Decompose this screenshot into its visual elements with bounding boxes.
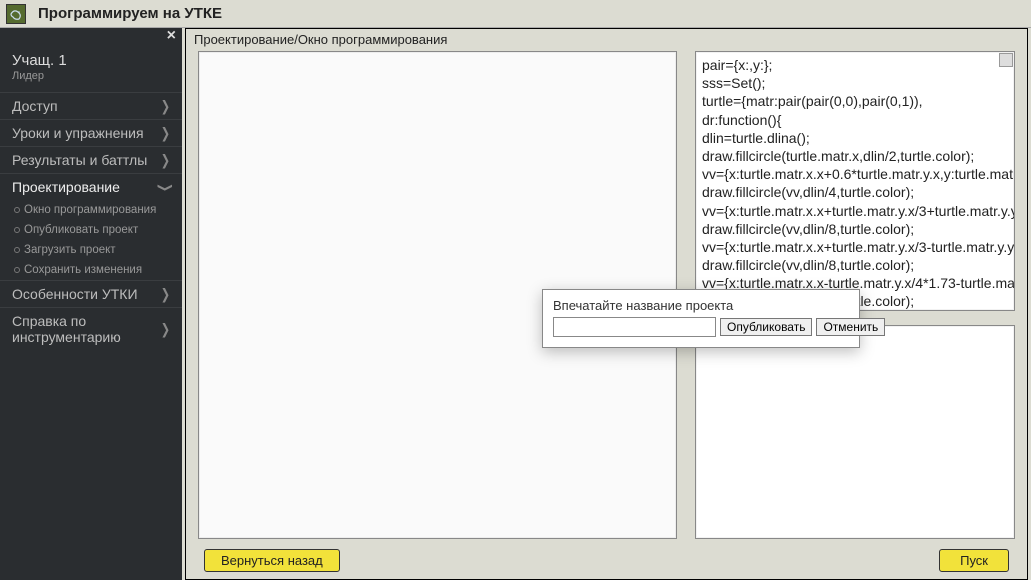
dialog-publish-button[interactable]: Опубликовать [720,318,812,336]
code-text: pair={x:,y:}; sss=Set(); turtle={matr:pa… [702,57,1015,311]
dialog-label: Впечатайте название проекта [553,298,849,313]
nav-item-design[interactable]: Проектирование ❯ [0,173,182,200]
titlebar: Программируем на УТКЕ [0,0,1031,28]
app-logo [6,4,26,24]
nav-item-results[interactable]: Результаты и баттлы ❯ [0,146,182,173]
nav-label: Результаты и баттлы [12,152,147,168]
code-panel[interactable]: pair={x:,y:}; sss=Set(); turtle={matr:pa… [695,51,1015,311]
chevron-right-icon: ❯ [161,152,170,169]
nav-label: Особенности УТКИ [12,286,138,302]
back-button[interactable]: Вернуться назад [204,549,340,572]
sub-item-save-changes[interactable]: Сохранить изменения [0,260,182,280]
sidebar-close-icon[interactable]: × [167,28,176,44]
sub-item-publish-project[interactable]: Опубликовать проект [0,220,182,240]
chevron-right-icon: ❯ [161,286,170,303]
nav-item-lessons[interactable]: Уроки и упражнения ❯ [0,119,182,146]
chevron-down-icon: ❯ [157,182,174,191]
nav-label: Уроки и упражнения [12,125,144,141]
nav-label: Справка по инструментарию [12,313,161,345]
chevron-right-icon: ❯ [161,98,170,115]
sub-item-load-project[interactable]: Загрузить проект [0,240,182,260]
user-name: Учащ. 1 [12,52,170,69]
dialog-cancel-button[interactable]: Отменить [816,318,885,336]
sidebar: × Учащ. 1 Лидер Доступ ❯ Уроки и упражне… [0,28,182,580]
chevron-right-icon: ❯ [161,125,170,142]
publish-dialog: Впечатайте название проекта Опубликовать… [542,289,860,348]
nav-item-help[interactable]: Справка по инструментарию ❯ [0,307,182,350]
main-area: Проектирование/Окно программирования pai… [182,28,1031,580]
sub-item-programming-window[interactable]: Окно программирования [0,200,182,220]
bottom-bar: Вернуться назад Пуск [186,541,1027,579]
chevron-right-icon: ❯ [161,321,170,338]
breadcrumb: Проектирование/Окно программирования [186,29,1027,50]
user-block: Учащ. 1 Лидер [0,44,182,92]
project-name-input[interactable] [553,317,716,337]
nav-label: Проектирование [12,179,120,195]
output-panel[interactable] [695,325,1015,539]
user-role: Лидер [12,70,170,82]
scrollbar-handle[interactable] [999,53,1013,67]
app-title: Программируем на УТКЕ [38,5,222,22]
nav-item-features[interactable]: Особенности УТКИ ❯ [0,280,182,307]
nav-label: Доступ [12,98,58,114]
run-button[interactable]: Пуск [939,549,1009,572]
nav-item-access[interactable]: Доступ ❯ [0,92,182,119]
